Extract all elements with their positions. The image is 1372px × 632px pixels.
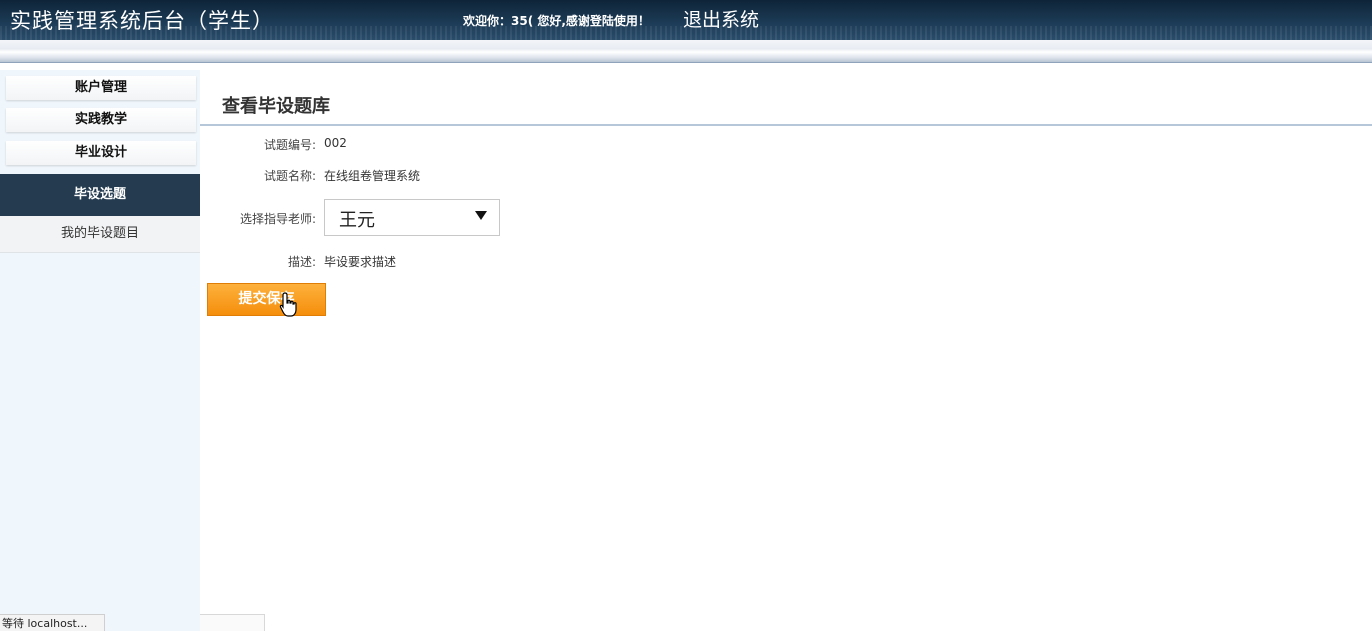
teacher-select[interactable]: 王元 (324, 199, 500, 236)
header-band (0, 40, 1372, 62)
topic-name-value: 在线组卷管理系统 (324, 169, 421, 183)
status-bar-segment (200, 614, 265, 631)
app-title: 实践管理系统后台（学生） (10, 9, 274, 33)
topic-id-label: 试题编号: (263, 138, 316, 152)
teacher-select-value: 王元 (339, 210, 375, 231)
page-title: 查看毕设题库 (222, 96, 330, 117)
browser-status-bar: 等待 localhost... (0, 614, 105, 631)
sidebar: 账户管理 实践教学 毕业设计 毕设选题 我的毕设题目 (0, 70, 200, 631)
header-divider (0, 62, 1372, 63)
sidebar-item-topic-selection[interactable]: 毕设选题 (0, 174, 200, 216)
submit-save-button[interactable]: 提交保存 (207, 283, 326, 316)
top-header: 实践管理系统后台（学生） 欢迎你：35( 您好,感谢登陆使用！ 退出系统 (0, 0, 1372, 40)
welcome-message: 欢迎你：35( 您好,感谢登陆使用！ (463, 14, 650, 28)
topic-id-value: 002 (324, 136, 347, 150)
description-value: 毕设要求描述 (324, 255, 397, 269)
hand-pointer-icon (279, 292, 297, 317)
dropdown-arrow-icon (475, 211, 487, 220)
sidebar-subitem-my-topic[interactable]: 我的毕设题目 (0, 216, 200, 253)
sidebar-item-account[interactable]: 账户管理 (6, 76, 196, 100)
topic-name-label: 试题名称: (263, 169, 316, 183)
teacher-select-label: 选择指导老师: (239, 212, 316, 226)
sidebar-item-practice-teaching[interactable]: 实践教学 (6, 108, 196, 132)
logout-link[interactable]: 退出系统 (683, 5, 759, 32)
description-label: 描述: (287, 255, 316, 269)
title-divider (200, 124, 1372, 126)
sidebar-item-graduation-design[interactable]: 毕业设计 (6, 141, 196, 165)
